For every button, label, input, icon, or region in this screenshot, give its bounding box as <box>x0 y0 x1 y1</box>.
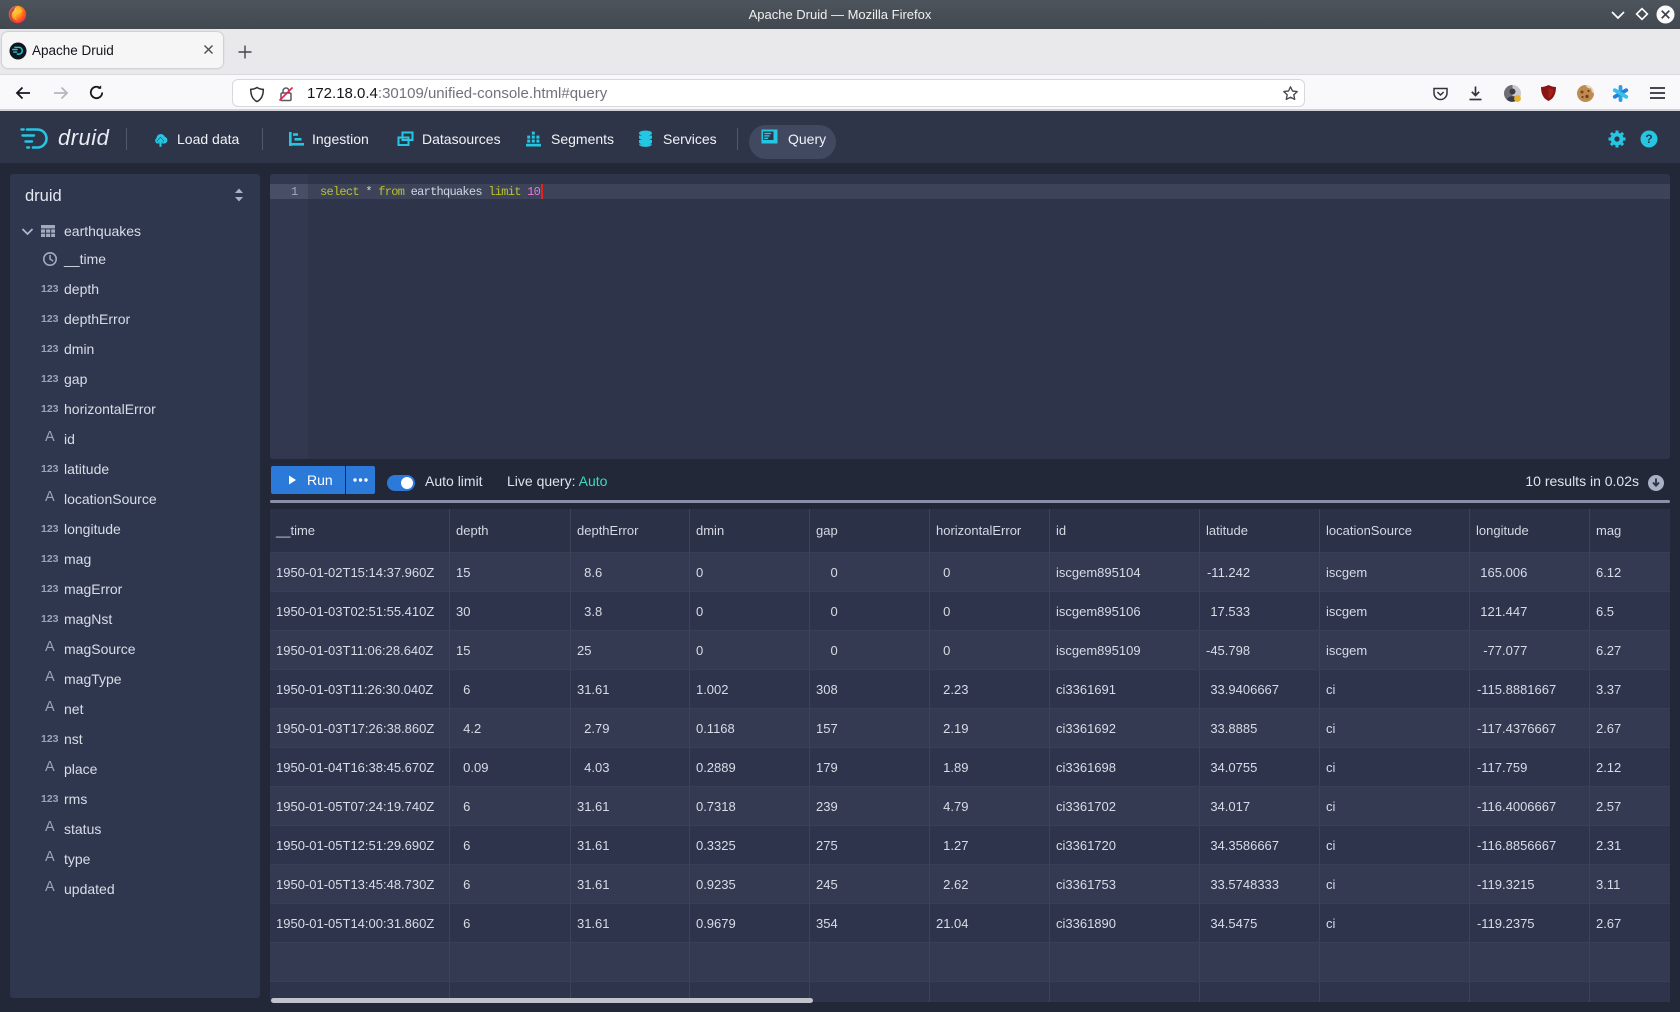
svg-text:?: ? <box>1645 132 1652 146</box>
